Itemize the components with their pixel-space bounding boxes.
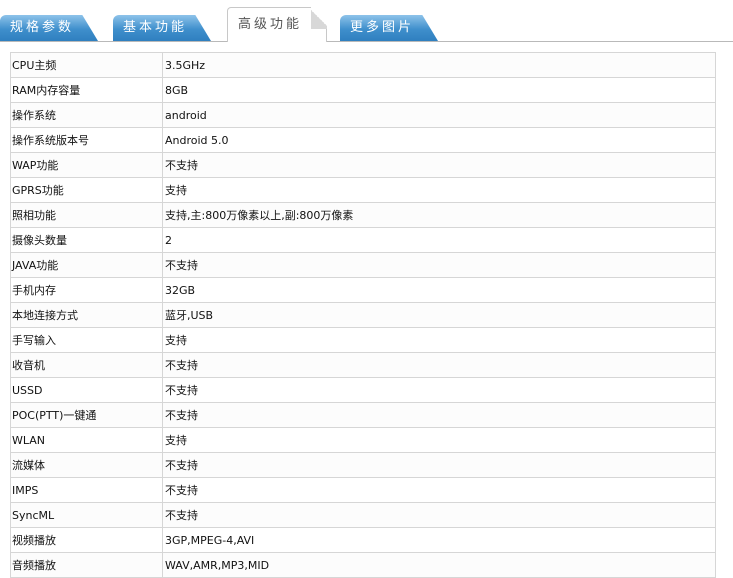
table-row: USSD 不支持 — [10, 377, 716, 403]
spec-value: 32GB — [162, 277, 716, 303]
spec-name: POC(PTT)一键通 — [10, 402, 163, 428]
spec-value: WAV,AMR,MP3,MID — [162, 552, 716, 578]
spec-value: 不支持 — [162, 402, 716, 428]
spec-value: 不支持 — [162, 502, 716, 528]
spec-value: 2 — [162, 227, 716, 253]
table-row: WLAN 支持 — [10, 427, 716, 453]
table-row: 视频播放 3GP,MPEG-4,AVI — [10, 527, 716, 553]
spec-value: android — [162, 102, 716, 128]
spec-value: 支持,主:800万像素以上,副:800万像素 — [162, 202, 716, 228]
spec-name: 收音机 — [10, 352, 163, 378]
spec-value: 3GP,MPEG-4,AVI — [162, 527, 716, 553]
spec-value: 不支持 — [162, 377, 716, 403]
table-row: JAVA功能 不支持 — [10, 252, 716, 278]
spec-name: 流媒体 — [10, 452, 163, 478]
table-row: CPU主频 3.5GHz — [10, 52, 716, 78]
spec-name: 操作系统版本号 — [10, 127, 163, 153]
tab-bar: 规格参数 基本功能 高级功能 更多图片 — [0, 0, 733, 42]
table-row: WAP功能 不支持 — [10, 152, 716, 178]
table-row: 收音机 不支持 — [10, 352, 716, 378]
spec-name: SyncML — [10, 502, 163, 528]
table-row: GPRS功能 支持 — [10, 177, 716, 203]
table-row: 照相功能 支持,主:800万像素以上,副:800万像素 — [10, 202, 716, 228]
spec-value: 不支持 — [162, 477, 716, 503]
tab-more-images[interactable]: 更多图片 — [340, 15, 438, 41]
table-row: 手写输入 支持 — [10, 327, 716, 353]
spec-name: 本地连接方式 — [10, 302, 163, 328]
spec-name: 视频播放 — [10, 527, 163, 553]
table-row: IMPS 不支持 — [10, 477, 716, 503]
spec-value: 3.5GHz — [162, 52, 716, 78]
spec-value: 不支持 — [162, 252, 716, 278]
spec-name: 操作系统 — [10, 102, 163, 128]
table-row: RAM内存容量 8GB — [10, 77, 716, 103]
spec-value: 支持 — [162, 427, 716, 453]
spec-name: JAVA功能 — [10, 252, 163, 278]
spec-name: CPU主频 — [10, 52, 163, 78]
spec-value: 支持 — [162, 327, 716, 353]
spec-name: RAM内存容量 — [10, 77, 163, 103]
spec-name: GPRS功能 — [10, 177, 163, 203]
tab-basic-features[interactable]: 基本功能 — [113, 15, 211, 41]
table-row: 操作系统 android — [10, 102, 716, 128]
spec-value: 不支持 — [162, 152, 716, 178]
table-row: 流媒体 不支持 — [10, 452, 716, 478]
table-row: SyncML 不支持 — [10, 502, 716, 528]
spec-name: 照相功能 — [10, 202, 163, 228]
spec-value: 不支持 — [162, 352, 716, 378]
spec-value: 不支持 — [162, 452, 716, 478]
table-row: 操作系统版本号 Android 5.0 — [10, 127, 716, 153]
table-row: POC(PTT)一键通 不支持 — [10, 402, 716, 428]
spec-value: 8GB — [162, 77, 716, 103]
table-row: 手机内存 32GB — [10, 277, 716, 303]
spec-value: 支持 — [162, 177, 716, 203]
spec-name: 音频播放 — [10, 552, 163, 578]
spec-name: 摄像头数量 — [10, 227, 163, 253]
table-row: 音频播放 WAV,AMR,MP3,MID — [10, 552, 716, 578]
spec-value: Android 5.0 — [162, 127, 716, 153]
table-row: 本地连接方式 蓝牙,USB — [10, 302, 716, 328]
table-row: 摄像头数量 2 — [10, 227, 716, 253]
spec-table: CPU主频 3.5GHz RAM内存容量 8GB 操作系统 android 操作系统版本号 A… — [10, 52, 716, 578]
spec-name: WAP功能 — [10, 152, 163, 178]
spec-name: IMPS — [10, 477, 163, 503]
tab-specs[interactable]: 规格参数 — [0, 15, 98, 41]
spec-name: USSD — [10, 377, 163, 403]
tab-advanced-features[interactable]: 高级功能 — [227, 7, 327, 42]
spec-name: WLAN — [10, 427, 163, 453]
spec-name: 手写输入 — [10, 327, 163, 353]
spec-value: 蓝牙,USB — [162, 302, 716, 328]
spec-name: 手机内存 — [10, 277, 163, 303]
